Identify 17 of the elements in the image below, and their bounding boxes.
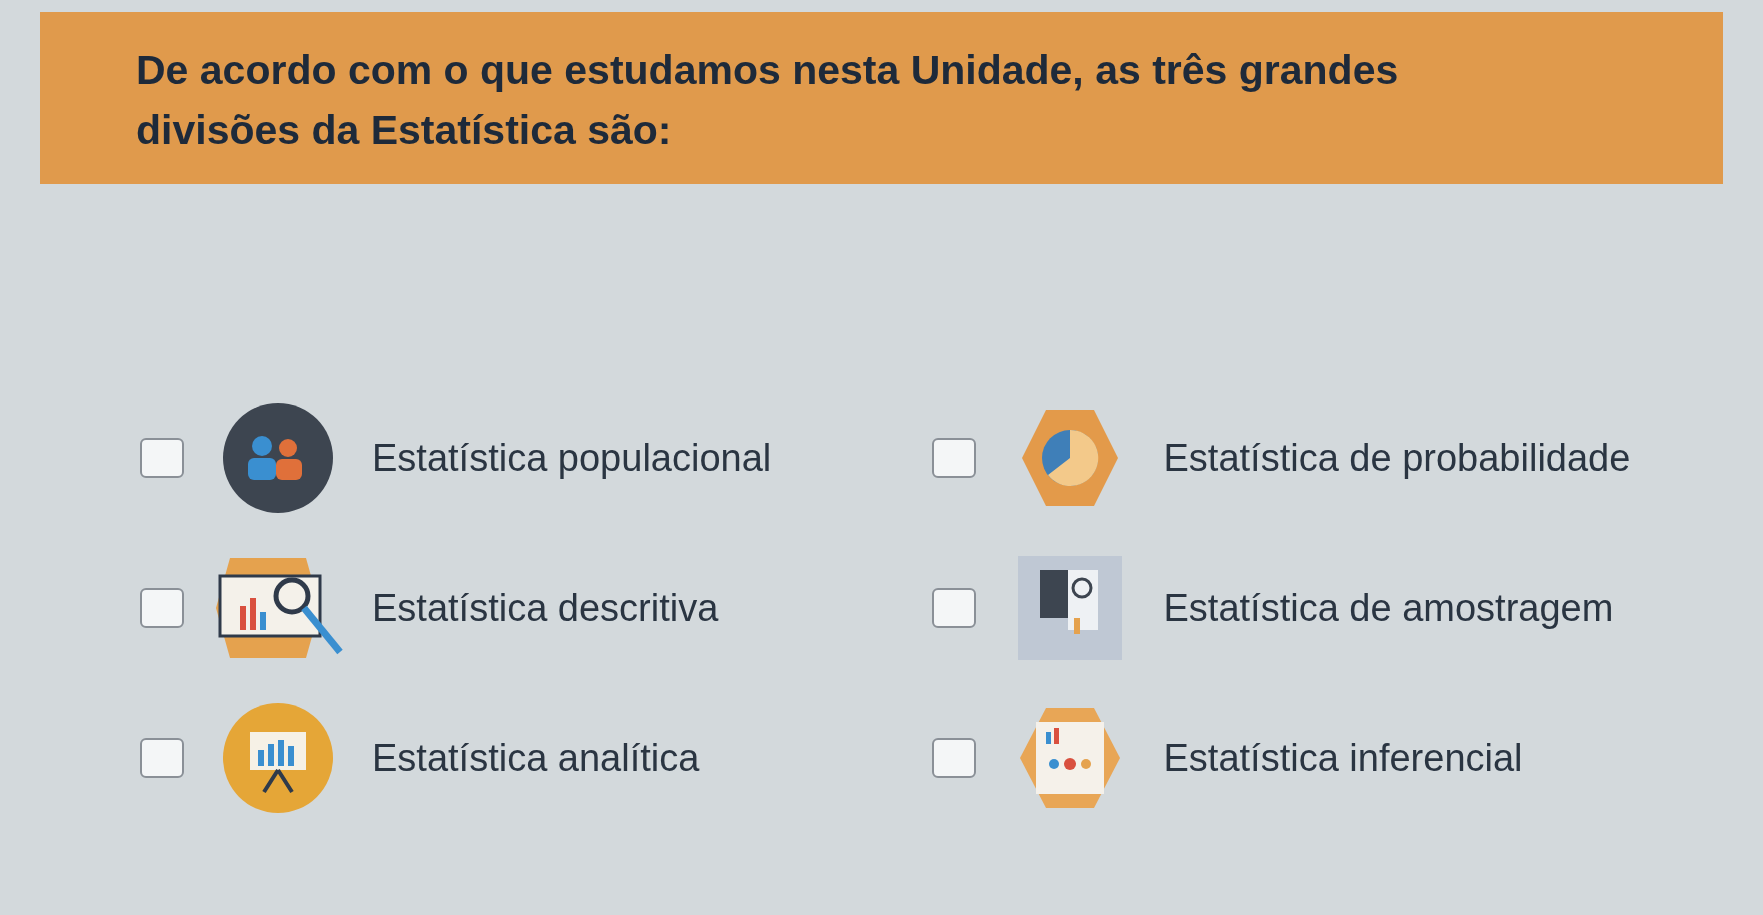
infographic-icon [1017, 706, 1122, 810]
checkbox[interactable] [931, 588, 976, 628]
checkbox[interactable] [931, 438, 976, 478]
checkbox[interactable] [140, 438, 184, 478]
option-label[interactable]: Estatística analítica [372, 729, 700, 787]
checkbox[interactable] [931, 738, 976, 778]
checkbox[interactable] [140, 738, 184, 778]
question-text: De acordo com o que estudamos nesta Unidade, as três grandes divisões da Estatística são: [136, 46, 1400, 155]
option-label[interactable]: Estatística inferencial [1163, 729, 1523, 787]
checkbox[interactable] [140, 588, 184, 628]
option-label[interactable]: Estatística de amostragem [1163, 579, 1614, 637]
option-label[interactable]: Estatística de probabilidade [1163, 429, 1631, 487]
option-label[interactable]: Estatística descritiva [372, 579, 719, 637]
presentation-board-icon [222, 702, 334, 814]
people-icon [222, 402, 334, 514]
document-search-icon [1017, 556, 1122, 660]
option-label[interactable]: Estatística populacional [372, 429, 772, 487]
